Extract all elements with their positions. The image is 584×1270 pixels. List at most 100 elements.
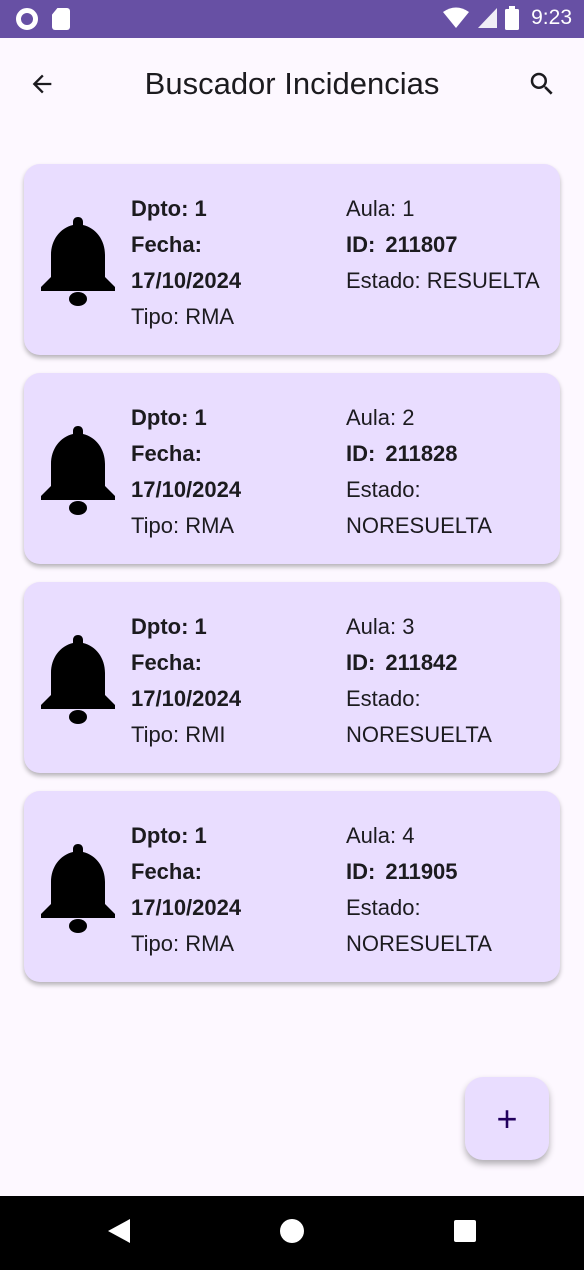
- dpto-value: 1: [194, 196, 207, 221]
- id-label: ID:: [346, 650, 376, 675]
- estado-row: Estado: RESUELTA: [346, 263, 556, 299]
- status-bar-right: 9:23: [443, 6, 572, 30]
- id-row: ID: 211905: [346, 854, 556, 890]
- fecha-label: Fecha:: [131, 441, 202, 466]
- dpto-label: Dpto:: [131, 823, 189, 848]
- estado-value: NORESUELTA: [346, 722, 492, 747]
- status-bar: 9:23: [0, 0, 584, 38]
- bell-icon: [41, 217, 115, 306]
- nav-back-icon[interactable]: [108, 1219, 130, 1243]
- tipo-value: RMA: [185, 304, 235, 329]
- nav-recents-icon[interactable]: [454, 1220, 476, 1242]
- tipo-label: Tipo:: [131, 931, 180, 956]
- incidencia-card[interactable]: Dpto: 1 Fecha: 17/10/2024 Tipo: RMA Aula…: [24, 373, 560, 564]
- fecha-value: 17/10/2024: [131, 895, 242, 920]
- sd-card-icon: [52, 8, 70, 30]
- incidencia-card[interactable]: Dpto: 1 Fecha: 17/10/2024 Tipo: RMA Aula…: [24, 791, 560, 982]
- status-bar-left: [16, 8, 70, 30]
- nav-home-icon[interactable]: [280, 1219, 304, 1243]
- id-value: 211842: [385, 650, 458, 675]
- dpto-label: Dpto:: [131, 614, 189, 639]
- aula-row: Aula: 4: [346, 818, 556, 854]
- dpto-row: Dpto: 1: [131, 818, 341, 854]
- incidencia-card[interactable]: Dpto: 1 Fecha: 17/10/2024 Tipo: RMI Aula…: [24, 582, 560, 773]
- signal-icon: [478, 8, 498, 28]
- fecha-value: 17/10/2024: [131, 477, 242, 502]
- tipo-row: Tipo: RMA: [131, 299, 341, 335]
- card-right-column: Aula: 1 ID: 211807 Estado: RESUELTA: [346, 191, 556, 299]
- bell-icon: [41, 635, 115, 724]
- dpto-row: Dpto: 1: [131, 609, 341, 645]
- page-title: Buscador Incidencias: [144, 66, 440, 101]
- tipo-value: RMI: [185, 722, 226, 747]
- bell-icon: [41, 426, 115, 515]
- dpto-row: Dpto: 1: [131, 400, 341, 436]
- id-label: ID:: [346, 859, 376, 884]
- dpto-value: 1: [194, 405, 207, 430]
- dpto-value: 1: [194, 614, 207, 639]
- dpto-label: Dpto:: [131, 196, 189, 221]
- tipo-label: Tipo:: [131, 304, 180, 329]
- incidencias-list: Dpto: 1 Fecha: 17/10/2024 Tipo: RMA Aula…: [24, 164, 560, 1000]
- estado-label: Estado:: [346, 477, 421, 502]
- id-row: ID: 211807: [346, 227, 556, 263]
- tipo-label: Tipo:: [131, 513, 180, 538]
- fecha-label: Fecha:: [131, 859, 202, 884]
- ring-icon: [16, 8, 38, 30]
- id-row: ID: 211828: [346, 436, 556, 472]
- tipo-value: RMA: [185, 513, 235, 538]
- tipo-row: Tipo: RMI: [131, 717, 341, 753]
- system-nav-bar: [0, 1196, 584, 1270]
- estado-label: Estado:: [346, 895, 421, 920]
- dpto-value: 1: [194, 823, 207, 848]
- wifi-icon: [443, 7, 470, 28]
- dpto-row: Dpto: 1: [131, 191, 341, 227]
- estado-value: RESUELTA: [426, 268, 540, 293]
- tipo-value: RMA: [185, 931, 235, 956]
- aula-value: 2: [402, 405, 415, 430]
- card-left-column: Dpto: 1 Fecha: 17/10/2024 Tipo: RMI: [131, 609, 341, 753]
- app-bar: Buscador Incidencias: [0, 38, 584, 132]
- id-row: ID: 211842: [346, 645, 556, 681]
- tipo-row: Tipo: RMA: [131, 926, 341, 962]
- aula-value: 4: [402, 823, 415, 848]
- plus-icon: +: [496, 1097, 518, 1139]
- card-left-column: Dpto: 1 Fecha: 17/10/2024 Tipo: RMA: [131, 400, 341, 544]
- aula-row: Aula: 3: [346, 609, 556, 645]
- aula-label: Aula:: [346, 196, 397, 221]
- fecha-value: 17/10/2024: [131, 686, 242, 711]
- bell-icon: [41, 844, 115, 933]
- estado-label: Estado:: [346, 686, 421, 711]
- add-incidencia-button[interactable]: +: [465, 1077, 549, 1160]
- aula-label: Aula:: [346, 823, 397, 848]
- id-value: 211828: [385, 441, 458, 466]
- card-right-column: Aula: 3 ID: 211842 Estado: NORESUELTA: [346, 609, 556, 753]
- card-right-column: Aula: 2 ID: 211828 Estado: NORESUELTA: [346, 400, 556, 544]
- aula-value: 3: [402, 614, 415, 639]
- estado-value: NORESUELTA: [346, 931, 492, 956]
- estado-label: Estado:: [346, 268, 421, 293]
- search-button[interactable]: [524, 66, 560, 102]
- tipo-row: Tipo: RMA: [131, 508, 341, 544]
- fecha-label: Fecha:: [131, 232, 202, 257]
- estado-value: NORESUELTA: [346, 513, 492, 538]
- aula-row: Aula: 1: [346, 191, 556, 227]
- id-value: 211905: [385, 859, 458, 884]
- incidencia-card[interactable]: Dpto: 1 Fecha: 17/10/2024 Tipo: RMA Aula…: [24, 164, 560, 355]
- aula-value: 1: [402, 196, 415, 221]
- card-left-column: Dpto: 1 Fecha: 17/10/2024 Tipo: RMA: [131, 191, 341, 335]
- aula-label: Aula:: [346, 405, 397, 430]
- fecha-value: 17/10/2024: [131, 268, 242, 293]
- tipo-label: Tipo:: [131, 722, 180, 747]
- dpto-label: Dpto:: [131, 405, 189, 430]
- status-time: 9:23: [531, 6, 572, 29]
- card-left-column: Dpto: 1 Fecha: 17/10/2024 Tipo: RMA: [131, 818, 341, 962]
- id-value: 211807: [385, 232, 458, 257]
- aula-row: Aula: 2: [346, 400, 556, 436]
- search-icon: [530, 72, 553, 95]
- id-label: ID:: [346, 441, 376, 466]
- card-right-column: Aula: 4 ID: 211905 Estado: NORESUELTA: [346, 818, 556, 962]
- id-label: ID:: [346, 232, 376, 257]
- aula-label: Aula:: [346, 614, 397, 639]
- fecha-label: Fecha:: [131, 650, 202, 675]
